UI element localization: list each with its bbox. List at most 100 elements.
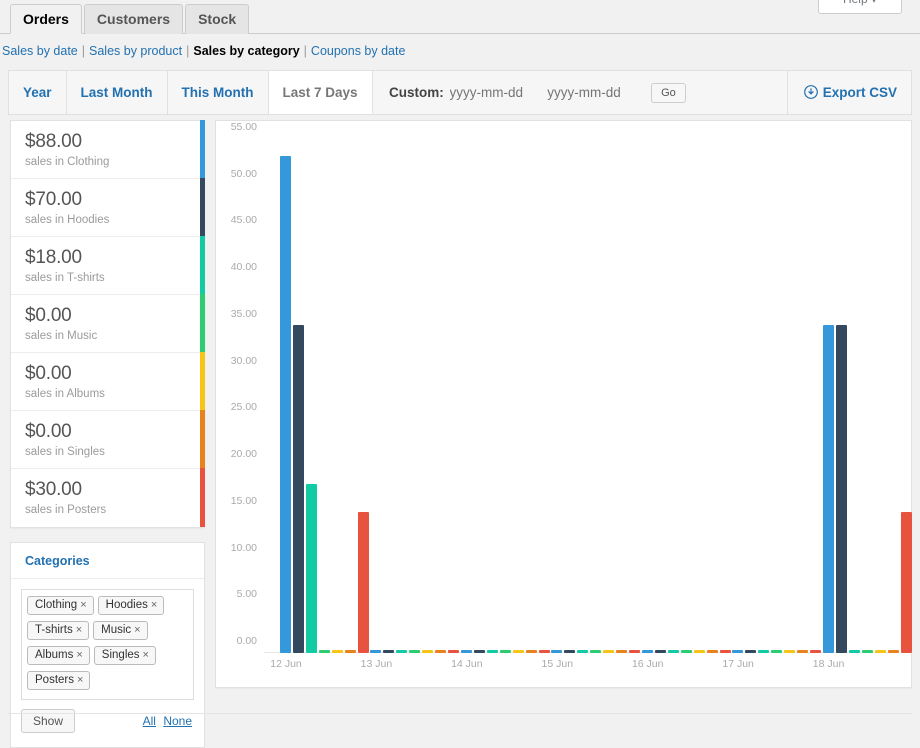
category-tag[interactable]: T-shirts× <box>27 621 89 640</box>
chart-bar[interactable] <box>655 650 666 653</box>
tab-stock[interactable]: Stock <box>185 4 249 34</box>
summary-item[interactable]: $18.00sales in T-shirts <box>11 237 204 295</box>
category-tag[interactable]: Music× <box>93 621 147 640</box>
chart-bar[interactable] <box>603 650 614 653</box>
subnav-link-sales-by-product[interactable]: Sales by product <box>89 44 182 58</box>
chart-bar[interactable] <box>461 650 472 653</box>
close-icon[interactable]: × <box>77 674 83 686</box>
select-all-link[interactable]: All <box>143 714 156 728</box>
help-tab[interactable]: Help ▾ <box>818 0 902 14</box>
category-tag[interactable]: Hoodies× <box>98 596 165 615</box>
chart-bar[interactable] <box>590 650 601 653</box>
chart-bar[interactable] <box>849 650 860 653</box>
category-tag[interactable]: Singles× <box>94 646 156 665</box>
range-preset-last-7-days[interactable]: Last 7 Days <box>269 71 373 114</box>
close-icon[interactable]: × <box>80 599 86 611</box>
chart-bar[interactable] <box>293 325 304 653</box>
summary-item[interactable]: $0.00sales in Albums <box>11 353 204 411</box>
chart-bar[interactable] <box>707 650 718 653</box>
chart-bar[interactable] <box>810 650 821 653</box>
chart-bar[interactable] <box>720 650 731 653</box>
summary-item[interactable]: $70.00sales in Hoodies <box>11 179 204 237</box>
category-tag-label: Singles <box>102 649 140 661</box>
chart-bar[interactable] <box>577 650 588 653</box>
chart-bar[interactable] <box>358 512 369 653</box>
chart-bar[interactable] <box>862 650 873 653</box>
chart-bar[interactable] <box>474 650 485 653</box>
custom-range-to-input[interactable] <box>545 85 639 100</box>
subnav-link-sales-by-category[interactable]: Sales by category <box>193 44 299 58</box>
summary-label: sales in Music <box>25 328 192 344</box>
summary-label: sales in Albums <box>25 386 192 402</box>
chart-bar[interactable] <box>836 325 847 653</box>
chart-bar[interactable] <box>448 650 459 653</box>
summary-item[interactable]: $0.00sales in Music <box>11 295 204 353</box>
chart-bar[interactable] <box>383 650 394 653</box>
chart-bar[interactable] <box>668 650 679 653</box>
chart-bar[interactable] <box>396 650 407 653</box>
close-icon[interactable]: × <box>76 649 82 661</box>
chart-bar[interactable] <box>771 650 782 653</box>
chart-bar[interactable] <box>616 650 627 653</box>
category-tag-label: Clothing <box>35 599 77 611</box>
range-preset-this-month[interactable]: This Month <box>168 71 269 114</box>
chart-bar[interactable] <box>280 156 291 653</box>
category-tag[interactable]: Clothing× <box>27 596 94 615</box>
custom-range-from-input[interactable] <box>448 85 542 100</box>
tab-orders[interactable]: Orders <box>10 4 82 34</box>
tab-customers[interactable]: Customers <box>84 4 183 34</box>
chart-bar[interactable] <box>681 650 692 653</box>
chart-bar[interactable] <box>409 650 420 653</box>
category-tag[interactable]: Albums× <box>27 646 90 665</box>
close-icon[interactable]: × <box>134 624 140 636</box>
summary-item[interactable]: $30.00sales in Posters <box>11 469 204 527</box>
y-axis-tick-label: 40.00 <box>231 261 257 273</box>
chart-bar[interactable] <box>875 650 886 653</box>
range-preset-year[interactable]: Year <box>9 71 67 114</box>
summary-color-stripe <box>200 294 205 352</box>
subnav-link-coupons-by-date[interactable]: Coupons by date <box>311 44 406 58</box>
chart-bar[interactable] <box>513 650 524 653</box>
chart-bar[interactable] <box>888 650 899 653</box>
download-circle-icon <box>804 85 818 99</box>
category-tag-list[interactable]: Clothing×Hoodies×T-shirts×Music×Albums×S… <box>21 589 194 700</box>
chart-bar[interactable] <box>551 650 562 653</box>
close-icon[interactable]: × <box>76 624 82 636</box>
export-csv-button[interactable]: Export CSV <box>787 71 911 114</box>
chart-bar[interactable] <box>370 650 381 653</box>
chart-bar[interactable] <box>422 650 433 653</box>
chart-bar[interactable] <box>319 650 330 653</box>
category-tag[interactable]: Posters× <box>27 671 90 690</box>
chart-bar[interactable] <box>629 650 640 653</box>
summary-item[interactable]: $0.00sales in Singles <box>11 411 204 469</box>
chart-bar[interactable] <box>758 650 769 653</box>
chart-bar[interactable] <box>732 650 743 653</box>
chart-bar[interactable] <box>306 484 317 653</box>
chart-bar[interactable] <box>784 650 795 653</box>
select-none-link[interactable]: None <box>163 714 192 728</box>
chart-bar[interactable] <box>745 650 756 653</box>
chart-bar[interactable] <box>539 650 550 653</box>
summary-item[interactable]: $88.00sales in Clothing <box>11 121 204 179</box>
range-preset-last-month[interactable]: Last Month <box>67 71 168 114</box>
chart-bar[interactable] <box>823 325 834 653</box>
close-icon[interactable]: × <box>143 649 149 661</box>
chart-bar[interactable] <box>345 650 356 653</box>
date-range-toolbar: YearLast MonthThis MonthLast 7 Days Cust… <box>8 70 912 115</box>
chevron-down-icon: ▾ <box>871 0 877 6</box>
summary-color-stripe <box>200 352 205 410</box>
go-button[interactable]: Go <box>651 83 686 103</box>
chart-bar[interactable] <box>487 650 498 653</box>
chart-bar[interactable] <box>642 650 653 653</box>
chart-bar[interactable] <box>901 512 912 653</box>
chart-bar[interactable] <box>564 650 575 653</box>
x-axis-tick-label: 16 Jun <box>632 658 664 670</box>
close-icon[interactable]: × <box>151 599 157 611</box>
subnav-link-sales-by-date[interactable]: Sales by date <box>2 44 78 58</box>
chart-bar[interactable] <box>332 650 343 653</box>
chart-bar[interactable] <box>500 650 511 653</box>
chart-bar[interactable] <box>694 650 705 653</box>
chart-bar[interactable] <box>526 650 537 653</box>
chart-bar[interactable] <box>435 650 446 653</box>
chart-bar[interactable] <box>797 650 808 653</box>
